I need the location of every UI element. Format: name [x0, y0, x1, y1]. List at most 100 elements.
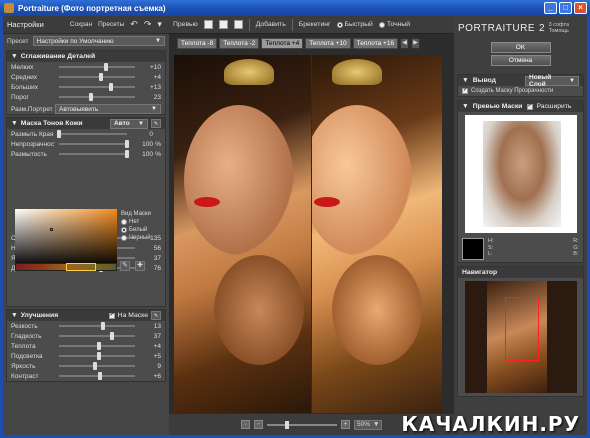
zoom-in-icon[interactable]: +	[341, 420, 350, 429]
redo-icon[interactable]: ↷	[144, 19, 152, 30]
slider-track[interactable]	[59, 140, 129, 148]
slider-value: +13	[149, 83, 161, 91]
slider-thumb[interactable]	[97, 352, 102, 360]
slider-track[interactable]	[59, 322, 135, 330]
slider-unit: %	[155, 150, 161, 158]
eyedropper-icon[interactable]: ✎	[151, 119, 161, 128]
slider-track[interactable]	[59, 63, 135, 71]
slider-track[interactable]	[59, 83, 135, 91]
menu-arrow-icon[interactable]: ▾	[157, 19, 162, 30]
expand-checkbox[interactable]	[526, 102, 533, 110]
mask-preview-section: ▼ Превью Маски Расширить H: S: L: R: G: …	[457, 100, 584, 263]
zoom-slider-thumb[interactable]	[285, 420, 289, 429]
hue-range-marker[interactable]	[66, 263, 96, 271]
slider-thumb[interactable]	[88, 93, 93, 101]
tab-warmth-minus2[interactable]: Теплота -2	[219, 38, 260, 49]
slider-thumb[interactable]	[110, 332, 115, 340]
view-single-icon[interactable]	[203, 20, 213, 29]
mask-mode-select[interactable]: Авто ▼	[110, 118, 148, 129]
radio-fast[interactable]	[336, 21, 343, 28]
tab-warmth-plus10[interactable]: Теплота +10	[305, 38, 351, 49]
view-split-v-icon[interactable]	[233, 20, 243, 29]
tab-warmth-minus8[interactable]: Теплота -8	[177, 38, 218, 49]
b-label: B:	[573, 251, 579, 257]
zoom-slider[interactable]	[267, 420, 337, 429]
radio-precise[interactable]	[378, 21, 385, 28]
slider-track[interactable]	[59, 362, 135, 370]
slider-track[interactable]	[59, 352, 135, 360]
collapse-arrow-icon[interactable]: ▼	[11, 120, 18, 127]
preset-select[interactable]: Настройки по Умолчанию ▼	[32, 36, 165, 46]
navigator-thumbnail[interactable]	[464, 281, 577, 393]
slider-track[interactable]	[59, 73, 135, 81]
enhancements-section: ▼ Улучшения На Маске ✎ Резкость13Гладкос…	[6, 309, 166, 382]
slider-thumb[interactable]	[93, 362, 98, 370]
on-mask-checkbox[interactable]	[108, 311, 115, 319]
collapse-arrow-icon[interactable]: ▼	[11, 53, 18, 60]
close-button[interactable]: ×	[574, 2, 587, 14]
save-button[interactable]: Сохран	[70, 21, 92, 28]
slider-row: Мелких +10	[7, 62, 165, 72]
radio-black-label: Черный	[129, 235, 151, 241]
right-panel: PORTRAITURE 2 3 софта Томощь OK Отмена ▼…	[454, 16, 587, 435]
slider-label: Контраст	[11, 372, 39, 380]
tab-warmth-plus4[interactable]: Теплота +4	[261, 38, 304, 49]
skin-color-picker[interactable]	[15, 209, 117, 267]
watermark: КАЧАЛКИН.РУ	[401, 412, 580, 436]
slider-track[interactable]	[59, 93, 135, 101]
slider-thumb[interactable]	[96, 342, 101, 350]
portrait-size-select[interactable]: Автовыявить ▼	[55, 104, 161, 114]
collapse-arrow-icon[interactable]: ▼	[462, 103, 469, 110]
preview-original-image[interactable]	[174, 55, 311, 413]
on-mask-label: На Маске	[117, 312, 148, 319]
slider-thumb[interactable]	[98, 73, 103, 81]
tab-prev-icon[interactable]: ◀	[400, 38, 410, 49]
slider-thumb[interactable]	[98, 372, 103, 380]
radio-black[interactable]	[121, 235, 127, 241]
chevron-down-icon: ▼	[138, 120, 144, 127]
collapse-arrow-icon[interactable]: ▼	[462, 77, 469, 84]
hand-tool-icon[interactable]: ·	[241, 420, 250, 429]
slider-value: 100	[142, 140, 153, 148]
minimize-button[interactable]: _	[544, 2, 557, 14]
slider-label: Яркость	[11, 362, 36, 370]
slider-track[interactable]	[59, 342, 135, 350]
view-split-h-icon[interactable]	[218, 20, 228, 29]
slider-track[interactable]	[59, 372, 135, 380]
slider-thumb[interactable]	[101, 322, 106, 330]
collapse-arrow-icon[interactable]: ▼	[11, 312, 18, 319]
zoom-out-icon[interactable]: -	[254, 420, 263, 429]
preview-result-image[interactable]	[312, 55, 442, 413]
zoom-select[interactable]: 50% ▼	[354, 419, 383, 430]
slider-row: Размыть Края 0	[7, 129, 165, 139]
cancel-button[interactable]: Отмена	[490, 55, 551, 66]
bracketing-button[interactable]: Брекетинг	[299, 21, 331, 28]
slider-thumb[interactable]	[108, 83, 113, 91]
eyedropper-icon[interactable]: ✎	[120, 261, 130, 271]
slider-thumb[interactable]	[104, 63, 109, 71]
slider-thumb[interactable]	[125, 140, 129, 148]
tab-next-icon[interactable]: ▶	[411, 38, 421, 49]
transparency-mask-checkbox[interactable]	[462, 86, 468, 94]
slider-track[interactable]	[59, 332, 135, 340]
navigator-viewport-rect[interactable]	[504, 297, 539, 361]
radio-white[interactable]	[121, 227, 127, 233]
maximize-button[interactable]: □	[559, 2, 572, 14]
presets-button[interactable]: Пресеты	[98, 21, 124, 28]
slider-thumb[interactable]	[125, 150, 129, 158]
undo-icon[interactable]: ↶	[130, 19, 138, 30]
output-select[interactable]: Новый Слой ▼	[525, 74, 579, 88]
add-button[interactable]: Добавить	[256, 21, 286, 28]
radio-none[interactable]	[121, 219, 127, 225]
slider-row: Контраст +6	[7, 371, 165, 381]
eyedropper-plus-icon[interactable]: ✚	[135, 261, 145, 271]
eyedropper-icon[interactable]: ✎	[151, 311, 161, 320]
slider-track[interactable]	[57, 130, 127, 138]
slider-thumb[interactable]	[57, 130, 61, 138]
face-shape	[312, 105, 412, 255]
color-picker-cursor[interactable]	[50, 228, 53, 231]
ok-button[interactable]: OK	[490, 42, 551, 53]
tab-warmth-plus16[interactable]: Теплота +16	[352, 38, 399, 49]
slider-track[interactable]	[59, 150, 129, 158]
slider-row: Средних +4	[7, 72, 165, 82]
